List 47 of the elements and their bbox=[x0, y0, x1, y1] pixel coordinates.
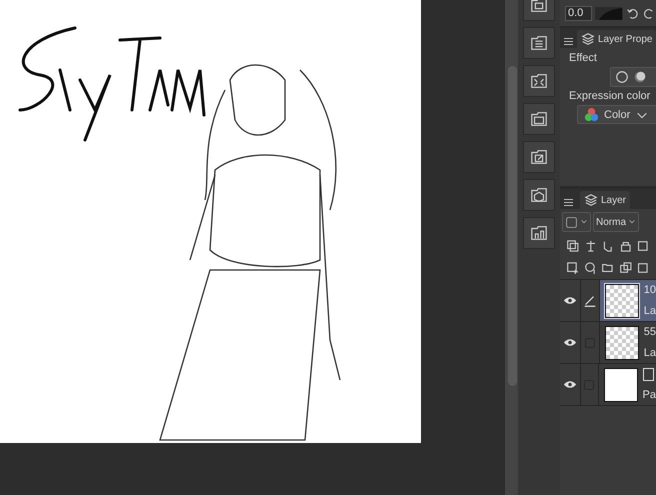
layer-thumbnail bbox=[604, 284, 639, 318]
layer-row[interactable]: 55 La bbox=[560, 322, 656, 364]
eye-icon[interactable] bbox=[562, 380, 577, 389]
eye-icon[interactable] bbox=[562, 296, 577, 305]
curve-graph-icon bbox=[595, 6, 623, 20]
color-dropdown[interactable] bbox=[562, 212, 591, 232]
tone-icon[interactable] bbox=[633, 70, 647, 84]
layer-row[interactable]: Pa bbox=[560, 364, 656, 406]
copy-icon[interactable] bbox=[618, 261, 632, 275]
folder-icon[interactable] bbox=[523, 103, 555, 135]
section-label: Expression color bbox=[568, 90, 652, 102]
layers-icon[interactable] bbox=[581, 32, 595, 46]
circle-icon[interactable] bbox=[615, 70, 629, 84]
new-folder-icon[interactable] bbox=[601, 261, 615, 275]
layers-icon[interactable] bbox=[584, 193, 598, 207]
eye-icon[interactable] bbox=[562, 338, 577, 347]
layer-type: La bbox=[644, 304, 656, 319]
paper-icon bbox=[642, 368, 654, 381]
layer-type: Pa bbox=[642, 388, 656, 403]
layer-name: 55 bbox=[644, 325, 656, 340]
layer-thumbnail bbox=[604, 368, 638, 402]
layer-thumbnail bbox=[604, 326, 639, 360]
chevron-icon bbox=[628, 218, 636, 226]
folder-icon[interactable] bbox=[523, 217, 555, 249]
lock-icon[interactable] bbox=[618, 239, 632, 253]
folder-icon[interactable] bbox=[523, 65, 555, 97]
folder-icon[interactable] bbox=[523, 27, 555, 59]
folder-icon[interactable] bbox=[523, 141, 555, 173]
new-layer-icon[interactable] bbox=[566, 261, 580, 275]
folder-icon[interactable] bbox=[523, 179, 555, 211]
expression-color-dropdown[interactable]: Color bbox=[577, 105, 656, 124]
layer-name: 10 bbox=[644, 283, 656, 298]
undo-icon[interactable] bbox=[626, 6, 640, 20]
chevron-icon bbox=[580, 218, 588, 226]
blend-mode-dropdown[interactable]: Norma bbox=[593, 212, 640, 232]
clip-icon[interactable] bbox=[566, 239, 580, 253]
color-circles-icon bbox=[584, 107, 599, 122]
square-icon bbox=[565, 216, 578, 228]
scrollbar[interactable] bbox=[505, 0, 518, 495]
layer-type: La bbox=[644, 346, 656, 361]
layer-tab[interactable]: Layer bbox=[580, 191, 630, 209]
layer-row[interactable]: 10 La bbox=[560, 280, 656, 322]
effect-buttons[interactable] bbox=[610, 67, 656, 87]
section-label: Effect bbox=[568, 52, 598, 64]
pen-icon[interactable] bbox=[582, 294, 597, 308]
value-field[interactable]: 0.0 bbox=[565, 6, 592, 20]
layer-property-tab[interactable]: Layer Prope bbox=[577, 30, 656, 48]
